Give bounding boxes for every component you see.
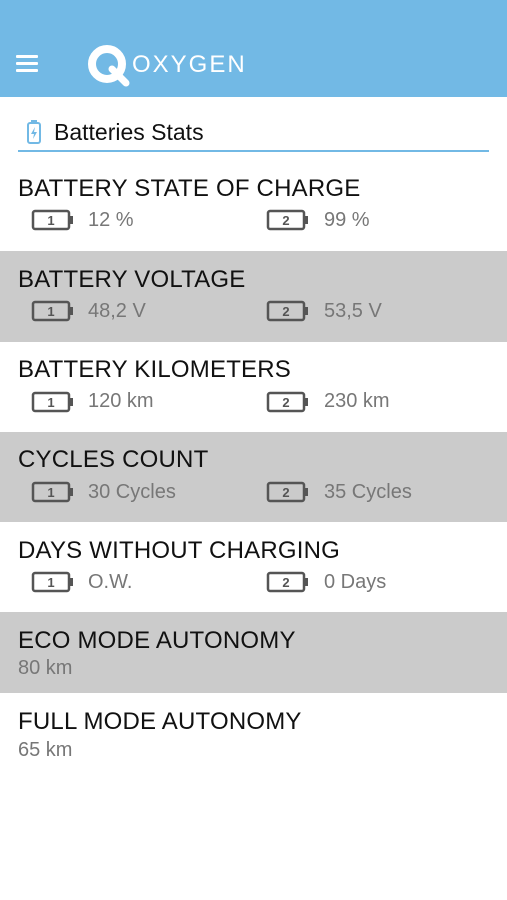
svg-text:1: 1 [47, 304, 54, 319]
brand-name: OXYGEN [132, 51, 247, 78]
stat-eco-mode-autonomy: ECO MODE AUTONOMY 80 km [0, 612, 507, 693]
svg-text:2: 2 [282, 575, 289, 590]
hamburger-menu-icon[interactable] [16, 55, 38, 73]
stat-title: BATTERY STATE OF CHARGE [18, 175, 361, 202]
stat-value: 80 km [18, 657, 73, 679]
svg-text:1: 1 [47, 485, 54, 500]
battery-2-icon: 2 [266, 571, 308, 593]
battery-1-icon: 1 [31, 209, 73, 231]
stat-title: DAYS WITHOUT CHARGING [18, 537, 340, 564]
battery-2-value: 53,5 V [324, 300, 382, 322]
battery-1-icon: 1 [31, 391, 73, 413]
svg-text:1: 1 [47, 575, 54, 590]
stat-title: CYCLES COUNT [18, 446, 209, 473]
battery-2-value: 0 Days [324, 571, 387, 593]
logo-q-icon [88, 45, 130, 87]
stat-cycles-count: CYCLES COUNT 1 30 Cycles 2 35 Cycles [0, 432, 507, 522]
svg-text:1: 1 [47, 213, 54, 228]
section-header: Batteries Stats [18, 113, 489, 152]
stat-state-of-charge: BATTERY STATE OF CHARGE 1 12 % 2 99 % [0, 162, 507, 251]
svg-text:2: 2 [282, 213, 289, 228]
stat-title: BATTERY VOLTAGE [18, 266, 246, 293]
top-app-bar: OXYGEN [0, 0, 507, 97]
stat-value: 65 km [18, 739, 73, 761]
stat-title: ECO MODE AUTONOMY [18, 627, 296, 654]
svg-text:1: 1 [47, 395, 54, 410]
battery-2-icon: 2 [266, 300, 308, 322]
svg-text:2: 2 [282, 304, 289, 319]
battery-2-icon: 2 [266, 209, 308, 231]
svg-text:2: 2 [282, 485, 289, 500]
svg-text:2: 2 [282, 395, 289, 410]
battery-1-value: O.W. [88, 571, 133, 593]
battery-1-value: 12 % [88, 209, 134, 231]
battery-1-icon: 1 [31, 571, 73, 593]
battery-2-value: 99 % [324, 209, 370, 231]
battery-icon [27, 120, 41, 144]
brand-logo: OXYGEN [86, 42, 247, 88]
section-title: Batteries Stats [54, 119, 204, 145]
battery-2-icon: 2 [266, 481, 308, 503]
battery-1-value: 30 Cycles [88, 481, 176, 503]
battery-2-value: 35 Cycles [324, 481, 412, 503]
battery-1-icon: 1 [31, 481, 73, 503]
stat-title: FULL MODE AUTONOMY [18, 708, 302, 735]
battery-2-icon: 2 [266, 391, 308, 413]
stat-title: BATTERY KILOMETERS [18, 356, 292, 383]
battery-1-value: 48,2 V [88, 300, 146, 322]
stat-full-mode-autonomy: FULL MODE AUTONOMY 65 km [0, 693, 507, 778]
stat-kilometers: BATTERY KILOMETERS 1 120 km 2 230 km [0, 342, 507, 432]
stat-days-without-charging: DAYS WITHOUT CHARGING 1 O.W. 2 0 Days [0, 522, 507, 612]
stat-voltage: BATTERY VOLTAGE 1 48,2 V 2 53,5 V [0, 251, 507, 342]
battery-2-value: 230 km [324, 390, 390, 412]
battery-1-icon: 1 [31, 300, 73, 322]
battery-1-value: 120 km [88, 390, 154, 412]
